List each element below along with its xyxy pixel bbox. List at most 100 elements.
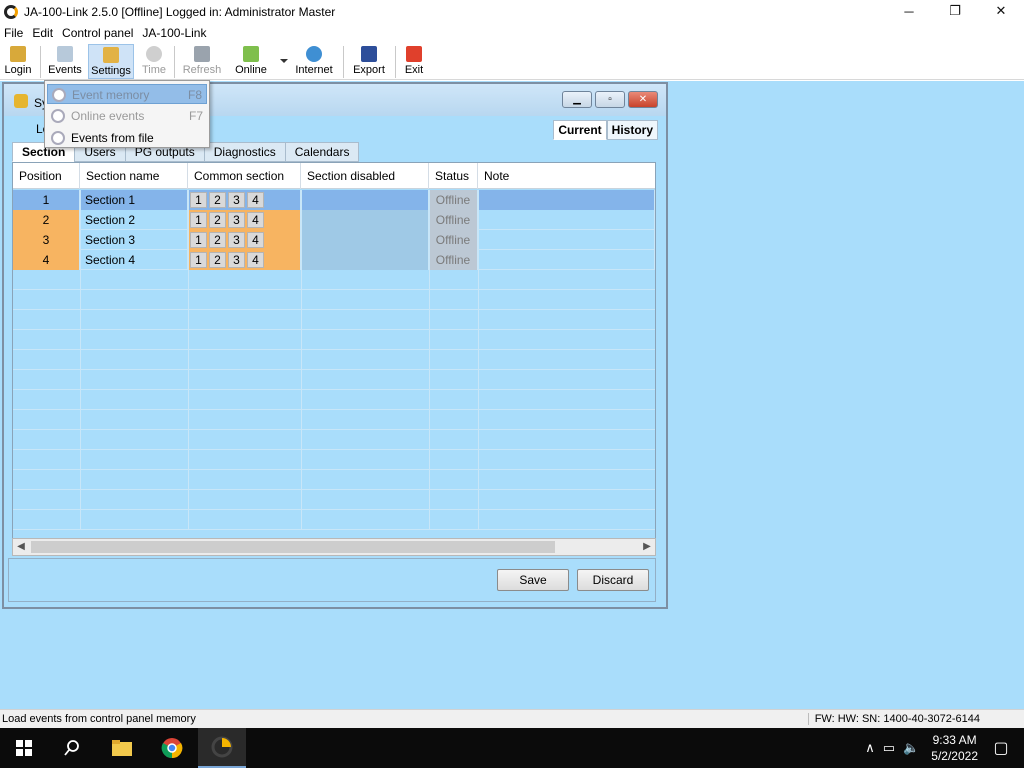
section-disabled-cell[interactable] [301, 250, 429, 270]
clock[interactable]: 9:33 AM 5/2/2022 [931, 732, 978, 764]
online-events-shortcut: F7 [188, 109, 203, 123]
login-button[interactable]: Login [2, 44, 34, 79]
menu-item-events-from-file[interactable]: Events from file [47, 128, 207, 148]
common-section-3[interactable]: 3 [228, 192, 245, 208]
table-row[interactable]: 1 Section 1 1234 Offline [13, 190, 655, 210]
section-name-cell[interactable]: Section 3 [80, 230, 188, 250]
save-button[interactable]: Save [497, 569, 569, 591]
column-header-section-name[interactable]: Section name [80, 163, 188, 189]
menu-item-event-memory[interactable]: Event memory F8 [47, 84, 207, 104]
clock-date: 5/2/2022 [931, 749, 978, 763]
common-section-2[interactable]: 2 [209, 232, 226, 248]
minimize-button[interactable]: ─ [886, 0, 932, 22]
section-name-cell[interactable]: Section 4 [80, 250, 188, 270]
note-cell[interactable] [478, 230, 655, 250]
file-explorer-button[interactable] [98, 728, 146, 768]
start-button[interactable] [0, 728, 48, 768]
system-tray: ∧ ▭ 🔈 9:33 AM 5/2/2022 [861, 728, 978, 768]
common-section-1[interactable]: 1 [190, 232, 207, 248]
position-cell: 2 [13, 210, 80, 230]
tab-calendars[interactable]: Calendars [284, 142, 360, 162]
time-button[interactable]: Time [139, 44, 169, 79]
column-header-common-section[interactable]: Common section [188, 163, 301, 189]
chevron-up-icon[interactable]: ∧ [865, 740, 875, 756]
events-button[interactable]: Events [46, 44, 84, 79]
common-section-4[interactable]: 4 [247, 252, 264, 268]
device-info: FW: HW: SN: 1400-40-3072-6144 [807, 713, 980, 725]
discard-button[interactable]: Discard [577, 569, 649, 591]
menu-file[interactable]: File [0, 26, 28, 40]
table-row[interactable]: 2 Section 2 1234 Offline [13, 210, 655, 230]
globe-icon [306, 46, 322, 62]
mode-tabs: Current History [553, 120, 658, 140]
online-events-label: Online events [71, 109, 145, 123]
scrollbar-thumb[interactable] [31, 541, 555, 553]
child-close-button[interactable]: ✕ [628, 91, 658, 108]
scroll-right-arrow-icon[interactable]: ▶ [641, 541, 653, 553]
empty-row [13, 470, 655, 490]
child-minimize-button[interactable]: ▁ [562, 91, 592, 108]
menu-control-panel[interactable]: Control panel [58, 26, 138, 40]
empty-row [13, 450, 655, 470]
common-section-1[interactable]: 1 [190, 252, 207, 268]
notification-icon[interactable]: ▢ [978, 728, 1024, 768]
common-section-2[interactable]: 2 [209, 192, 226, 208]
section-name-cell[interactable]: Section 1 [80, 190, 188, 210]
power-icon [406, 46, 422, 62]
maximize-button[interactable]: ❐ [932, 0, 978, 22]
common-section-3[interactable]: 3 [228, 232, 245, 248]
note-cell[interactable] [478, 250, 655, 270]
empty-row [13, 270, 655, 290]
chrome-button[interactable] [148, 728, 196, 768]
column-header-note[interactable]: Note [478, 163, 655, 189]
exit-button[interactable]: Exit [401, 44, 427, 79]
section-disabled-cell[interactable] [301, 210, 429, 230]
refresh-button[interactable]: Refresh [180, 44, 224, 79]
common-section-2[interactable]: 2 [209, 212, 226, 228]
menu-ja-100-link[interactable]: JA-100-Link [138, 26, 211, 40]
common-section-4[interactable]: 4 [247, 212, 264, 228]
events-dropdown-menu: Event memory F8 Online events F7 Events … [44, 80, 210, 148]
online-button[interactable]: Online [232, 44, 270, 79]
close-button[interactable]: ✕ [978, 0, 1024, 22]
events-icon [57, 46, 73, 62]
common-section-1[interactable]: 1 [190, 192, 207, 208]
network-icon[interactable]: ▭ [883, 740, 895, 756]
menu-item-online-events[interactable]: Online events F7 [47, 106, 207, 126]
section-name-cell[interactable]: Section 2 [80, 210, 188, 230]
menu-edit[interactable]: Edit [28, 26, 58, 40]
tab-history[interactable]: History [606, 120, 658, 140]
internet-button[interactable]: Internet [292, 44, 336, 79]
online-dropdown-arrow-icon[interactable] [280, 59, 288, 63]
ja-100-link-taskbar-button[interactable] [198, 728, 246, 768]
grid-divider [188, 190, 189, 530]
child-restore-button[interactable]: ▫ [595, 91, 625, 108]
table-row[interactable]: 4 Section 4 1234 Offline [13, 250, 655, 270]
grid-divider [301, 190, 302, 530]
tab-diagnostics[interactable]: Diagnostics [203, 142, 286, 162]
table-row[interactable]: 3 Section 3 1234 Offline [13, 230, 655, 250]
common-section-1[interactable]: 1 [190, 212, 207, 228]
note-cell[interactable] [478, 190, 655, 210]
section-disabled-cell[interactable] [301, 230, 429, 250]
search-button[interactable] [48, 728, 96, 768]
column-header-status[interactable]: Status [429, 163, 478, 189]
common-section-2[interactable]: 2 [209, 252, 226, 268]
column-header-position[interactable]: Position [13, 163, 80, 189]
volume-icon[interactable]: 🔈 [903, 740, 919, 756]
status-cell: Offline [429, 190, 478, 210]
settings-button[interactable]: Settings [88, 44, 134, 79]
common-section-4[interactable]: 4 [247, 232, 264, 248]
horizontal-scrollbar[interactable]: ◀ ▶ [12, 538, 656, 556]
note-cell[interactable] [478, 210, 655, 230]
grid-header: Position Section name Common section Sec… [13, 163, 655, 189]
column-header-section-disabled[interactable]: Section disabled [301, 163, 429, 189]
common-section-3[interactable]: 3 [228, 212, 245, 228]
tab-current[interactable]: Current [553, 120, 607, 140]
common-section-4[interactable]: 4 [247, 192, 264, 208]
system-window-controls: ▁ ▫ ✕ [562, 91, 658, 108]
common-section-3[interactable]: 3 [228, 252, 245, 268]
scroll-left-arrow-icon[interactable]: ◀ [15, 541, 27, 553]
section-disabled-cell[interactable] [301, 190, 429, 210]
export-button[interactable]: Export [350, 44, 388, 79]
